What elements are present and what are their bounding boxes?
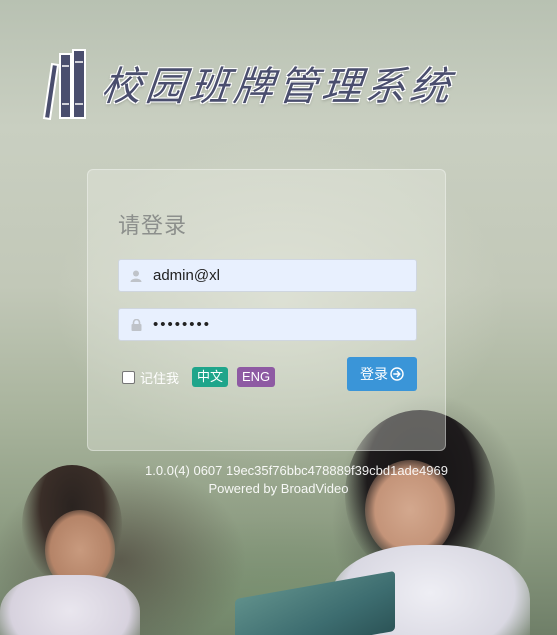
app-header: 校园班牌管理系统 [42,46,456,120]
remember-me[interactable]: 记住我 [122,368,179,387]
background-photo-book [235,570,395,635]
language-english-button[interactable]: ENG [237,367,276,387]
login-heading: 请登录 [118,213,188,238]
username-field[interactable] [118,259,417,292]
password-input[interactable] [153,316,403,333]
login-button-label: 登录 [360,366,388,382]
app-title: 校园班牌管理系统 [99,64,456,110]
remember-checkbox[interactable] [122,371,135,384]
language-chinese-button[interactable]: 中文 [192,367,229,387]
login-button[interactable]: 登录 [347,357,417,391]
version-text: 1.0.0(4) 0607 19ec35f76bbc478889f39cbd1a… [145,463,448,478]
books-icon [42,49,86,120]
user-icon [119,270,153,282]
username-input[interactable] [153,267,403,284]
login-panel: 请登录 记住我 中文 ENG [87,169,446,451]
lock-icon [119,318,153,331]
login-page: 校园班牌管理系统 请登录 记住我 [0,0,557,635]
arrow-right-circle-icon [390,367,404,381]
password-field[interactable] [118,308,417,341]
remember-label: 记住我 [140,371,180,386]
powered-by-text: Powered by BroadVideo [208,481,349,496]
background-photo-child-left-body [0,575,140,635]
